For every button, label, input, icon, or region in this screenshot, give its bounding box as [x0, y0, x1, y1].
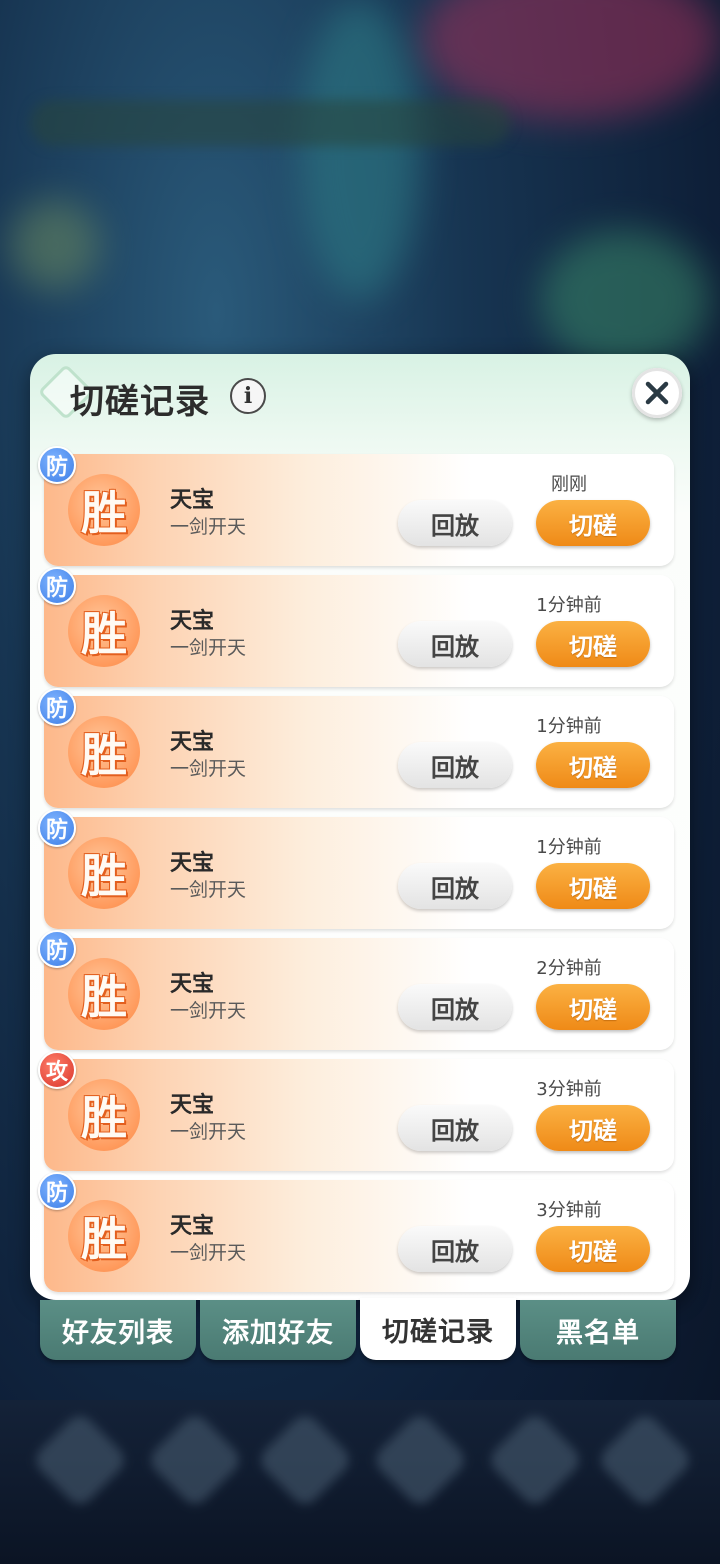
tab-3[interactable]: 黑名单: [520, 1300, 676, 1360]
opponent-name: 天宝: [170, 851, 215, 876]
defense-badge: 防: [38, 446, 76, 484]
record-time: 3分钟前: [536, 1200, 602, 1221]
result-emblem: 胜: [68, 474, 140, 546]
background-glow: [540, 230, 710, 370]
opponent-name: 天宝: [170, 609, 215, 634]
opponent-title: 一剑开天: [170, 879, 247, 901]
result-text: 胜: [81, 970, 127, 1024]
tab-1[interactable]: 添加好友: [200, 1300, 356, 1360]
record-time: 3分钟前: [536, 1079, 602, 1100]
result-text: 胜: [81, 849, 127, 903]
opponent-title: 一剑开天: [170, 1121, 247, 1143]
tab-2[interactable]: 切磋记录: [360, 1298, 516, 1360]
result-text: 胜: [81, 1091, 127, 1145]
spar-records-dialog: 切磋记录 i 防 胜 天宝 一剑开天 刚刚 回放 切磋 防 胜 天宝 一剑开天 …: [30, 354, 690, 1300]
opponent-title: 一剑开天: [170, 637, 247, 659]
spar-button[interactable]: 切磋: [536, 1226, 650, 1272]
result-text: 胜: [81, 607, 127, 661]
opponent-name: 天宝: [170, 488, 215, 513]
opponent-title: 一剑开天: [170, 1000, 247, 1022]
record-time: 刚刚: [551, 474, 587, 495]
record-time: 1分钟前: [536, 595, 602, 616]
replay-button[interactable]: 回放: [398, 1226, 512, 1272]
record-time: 2分钟前: [536, 958, 602, 979]
close-icon: [645, 381, 669, 405]
replay-button[interactable]: 回放: [398, 984, 512, 1030]
background-bottom-nav: [0, 1400, 720, 1564]
dialog-title: 切磋记录: [70, 382, 210, 422]
spar-record-list[interactable]: 防 胜 天宝 一剑开天 刚刚 回放 切磋 防 胜 天宝 一剑开天 1分钟前 回放…: [38, 446, 676, 1300]
opponent-name: 天宝: [170, 972, 215, 997]
opponent-title: 一剑开天: [170, 758, 247, 780]
defense-badge: 防: [38, 1172, 76, 1210]
list-item: 防 胜 天宝 一剑开天 3分钟前 回放 切磋: [38, 1172, 674, 1292]
opponent-title: 一剑开天: [170, 1242, 247, 1264]
spar-button[interactable]: 切磋: [536, 742, 650, 788]
result-text: 胜: [81, 486, 127, 540]
list-item: 防 胜 天宝 一剑开天 1分钟前 回放 切磋: [38, 809, 674, 929]
spar-button[interactable]: 切磋: [536, 1105, 650, 1151]
bottom-tab-bar: 好友列表 添加好友 切磋记录 黑名单: [40, 1298, 680, 1362]
opponent-title: 一剑开天: [170, 516, 247, 538]
defense-badge: 防: [38, 688, 76, 726]
result-emblem: 胜: [68, 595, 140, 667]
result-emblem: 胜: [68, 837, 140, 909]
opponent-name: 天宝: [170, 1214, 215, 1239]
list-item: 防 胜 天宝 一剑开天 1分钟前 回放 切磋: [38, 688, 674, 808]
result-text: 胜: [81, 1212, 127, 1266]
close-button[interactable]: [632, 368, 682, 418]
list-item: 攻 胜 天宝 一剑开天 3分钟前 回放 切磋: [38, 1051, 674, 1171]
background-glow: [300, 0, 420, 300]
spar-button[interactable]: 切磋: [536, 621, 650, 667]
tab-0[interactable]: 好友列表: [40, 1300, 196, 1360]
background-status-bar: [30, 100, 510, 146]
replay-button[interactable]: 回放: [398, 1105, 512, 1151]
info-icon[interactable]: i: [230, 378, 266, 414]
list-item: 防 胜 天宝 一剑开天 刚刚 回放 切磋: [38, 446, 674, 566]
opponent-name: 天宝: [170, 730, 215, 755]
replay-button[interactable]: 回放: [398, 500, 512, 546]
replay-button[interactable]: 回放: [398, 742, 512, 788]
defense-badge: 防: [38, 809, 76, 847]
list-item: 防 胜 天宝 一剑开天 2分钟前 回放 切磋: [38, 930, 674, 1050]
defense-badge: 防: [38, 930, 76, 968]
record-time: 1分钟前: [536, 837, 602, 858]
result-emblem: 胜: [68, 1079, 140, 1151]
spar-button[interactable]: 切磋: [536, 863, 650, 909]
defense-badge: 防: [38, 567, 76, 605]
spar-button[interactable]: 切磋: [536, 984, 650, 1030]
record-time: 1分钟前: [536, 716, 602, 737]
background-glow: [10, 200, 100, 290]
attack-badge: 攻: [38, 1051, 76, 1089]
result-emblem: 胜: [68, 716, 140, 788]
result-text: 胜: [81, 728, 127, 782]
opponent-name: 天宝: [170, 1093, 215, 1118]
list-item: 防 胜 天宝 一剑开天 1分钟前 回放 切磋: [38, 567, 674, 687]
replay-button[interactable]: 回放: [398, 863, 512, 909]
result-emblem: 胜: [68, 1200, 140, 1272]
replay-button[interactable]: 回放: [398, 621, 512, 667]
result-emblem: 胜: [68, 958, 140, 1030]
spar-button[interactable]: 切磋: [536, 500, 650, 546]
